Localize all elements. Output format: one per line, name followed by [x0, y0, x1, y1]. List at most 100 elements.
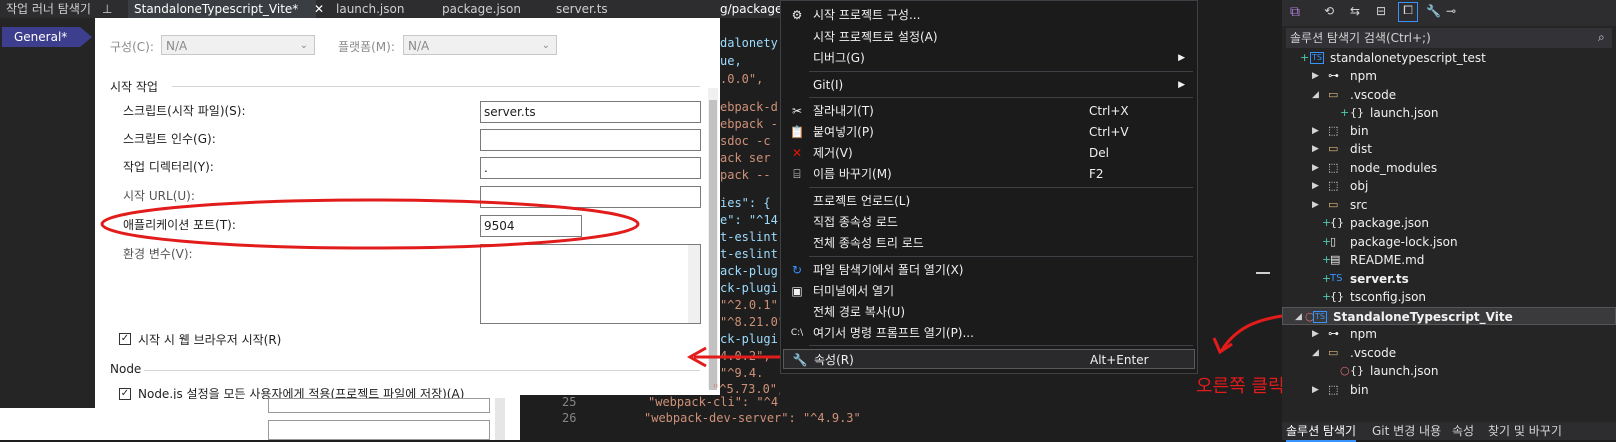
- folder-icon: ▭: [1328, 346, 1339, 359]
- hidden-field[interactable]: [268, 398, 490, 413]
- tab-standalone-vite[interactable]: StandaloneTypescript_Vite* ✕: [128, 0, 324, 18]
- menu-item-open-terminal[interactable]: ▣ 터미널에서 열기: [781, 281, 1197, 301]
- tree-item-obj[interactable]: ▶ ⬚ obj: [1282, 177, 1616, 195]
- tree-item-project-test[interactable]: + TS standalonetypescript_test: [1282, 49, 1616, 67]
- menu-item-properties[interactable]: 🔧 속성(R) Alt+Enter: [783, 349, 1195, 369]
- sync-icon[interactable]: ⇆: [1350, 4, 1360, 18]
- tab-package-json[interactable]: package.json: [436, 0, 527, 18]
- workdir-input[interactable]: .: [480, 157, 701, 179]
- delete-x-icon: ✕: [791, 146, 803, 160]
- file-icon: ▯: [1330, 235, 1337, 248]
- tree-item-npm[interactable]: ▶ ⊶ npm: [1282, 67, 1616, 85]
- tree-item-project-vite[interactable]: ◢ ○ TS StandaloneTypescript_Vite: [1282, 307, 1616, 325]
- menu-item-open-explorer[interactable]: ↻ 파일 탐색기에서 폴더 열기(X): [781, 260, 1197, 280]
- ts-file-icon: TS: [1330, 273, 1343, 284]
- collapse-icon[interactable]: ⊟: [1376, 4, 1386, 18]
- wrench-icon: 🔧: [792, 353, 808, 367]
- wrench-icon[interactable]: 🔧: [1426, 4, 1441, 18]
- menu-divider: [809, 71, 1193, 72]
- context-menu: ⚙ 시작 프로젝트 구성... 시작 프로젝트로 설정(A) 디버그(G) ▶ Gi…: [780, 0, 1198, 374]
- menu-item-configure-startup[interactable]: ⚙ 시작 프로젝트 구성...: [781, 5, 1197, 25]
- env-scrollbar[interactable]: [688, 245, 700, 323]
- submenu-arrow-icon: ▶: [1178, 80, 1185, 90]
- tree-item-bin[interactable]: ▶ ⬚ bin: [1282, 381, 1616, 399]
- tab-solution-explorer[interactable]: 솔루션 탐색기: [1286, 422, 1357, 442]
- show-all-files-icon[interactable]: ⧠: [1398, 2, 1418, 22]
- chevron-down-icon: ⌄: [541, 40, 550, 51]
- nav-item-general[interactable]: General*: [2, 27, 80, 47]
- section-start-heading: 시작 작업: [110, 80, 158, 94]
- menu-item-cut[interactable]: ✂ 잘라내기(T) Ctrl+X: [781, 101, 1197, 121]
- tree-item-src[interactable]: ▶ ▭ src: [1282, 196, 1616, 214]
- clipboard-icon: 📋: [789, 125, 805, 139]
- dirty-marker-icon: ○: [1340, 364, 1350, 377]
- tab-task-runner[interactable]: 작업 러너 탐색기: [0, 0, 97, 18]
- preview-icon[interactable]: ⊸: [1446, 4, 1456, 18]
- menu-item-paste[interactable]: 📋 붙여넣기(P) Ctrl+V: [781, 122, 1197, 142]
- menu-item-open-cmd[interactable]: C:\ 여기서 명령 프롬프트 열기(P)...: [781, 323, 1197, 343]
- code-line: "^5.73.0",: [712, 382, 780, 396]
- terminal-icon: ▣: [791, 284, 803, 298]
- tree-item-tsconfig[interactable]: +{} tsconfig.json: [1282, 288, 1616, 306]
- tree-item-readme[interactable]: + ▤ README.md: [1282, 251, 1616, 269]
- tree-item-package-json[interactable]: +{} package.json: [1282, 214, 1616, 232]
- pin-icon[interactable]: ⊥: [96, 0, 118, 18]
- node-apply-label: Node.js 설정을 모든 사용자에게 적용(프로젝트 파일에 저장)(A): [138, 387, 465, 399]
- divider: [144, 370, 700, 371]
- search-options-icon[interactable]: ⌕: [1598, 30, 1605, 45]
- menu-item-rename[interactable]: ⌸ 이름 바꾸기(M) F2: [781, 164, 1197, 184]
- ts-project-icon: TS: [1310, 52, 1324, 64]
- menu-item-debug[interactable]: 디버그(G) ▶: [781, 48, 1197, 68]
- menu-item-all-deps[interactable]: 전체 종속성 트리 로드: [781, 233, 1197, 253]
- tree-item-npm[interactable]: ▶ ⊶ npm: [1282, 325, 1616, 343]
- vs-icon[interactable]: ⧉: [1290, 4, 1300, 20]
- tab-find-replace[interactable]: 찾기 및 바꾸기: [1488, 422, 1562, 440]
- node-apply-checkbox[interactable]: ✓: [119, 388, 131, 400]
- tree-item-launch-json[interactable]: +{} launch.json: [1282, 104, 1616, 122]
- tree-item-vscode[interactable]: ◢ ▭ .vscode: [1282, 86, 1616, 104]
- code-line: "^8.21.0": [720, 315, 786, 329]
- tree-item-server-ts[interactable]: + TS server.ts: [1282, 270, 1616, 288]
- ts-project-icon: TS: [1313, 311, 1327, 323]
- script-input[interactable]: server.ts: [480, 101, 701, 123]
- config-value: N/A: [166, 39, 188, 53]
- tree-item-launch-json[interactable]: ○{} launch.json: [1282, 362, 1616, 380]
- tab-launch-json[interactable]: launch.json: [330, 0, 410, 18]
- code-line: ue,: [720, 54, 742, 68]
- scissors-icon: ✂: [791, 104, 803, 118]
- code-line: t-eslint: [720, 247, 778, 261]
- tab-git-changes[interactable]: Git 변경 내용: [1372, 422, 1441, 440]
- code-line: ack ser: [720, 151, 771, 165]
- hidden-field[interactable]: [268, 420, 490, 440]
- launch-browser-checkbox[interactable]: ✓: [119, 333, 131, 345]
- splitter-handle[interactable]: [1256, 272, 1270, 274]
- config-select[interactable]: N/A ⌄: [161, 35, 315, 55]
- code-line: ebpack-d: [720, 100, 778, 114]
- tab-server-ts[interactable]: server.ts: [550, 0, 614, 18]
- tree-item-bin[interactable]: ▶ ⬚ bin: [1282, 122, 1616, 140]
- solution-search-input[interactable]: 솔루션 탐색기 검색(Ctrl+;): [1286, 28, 1612, 48]
- menu-item-copy-path[interactable]: 전체 경로 복사(U): [781, 302, 1197, 322]
- platform-select[interactable]: N/A ⌄: [403, 35, 557, 55]
- history-icon[interactable]: ⟲: [1324, 4, 1334, 18]
- tab-properties[interactable]: 속성: [1452, 422, 1474, 440]
- tree-item-vscode[interactable]: ◢ ▭ .vscode: [1282, 344, 1616, 362]
- tree-item-node-modules[interactable]: ▶ ⬚ node_modules: [1282, 159, 1616, 177]
- menu-item-git[interactable]: Git(I) ▶: [781, 75, 1197, 95]
- npm-icon: ⊶: [1328, 69, 1339, 82]
- json-file-icon: {}: [1330, 216, 1344, 229]
- menu-item-set-startup[interactable]: 시작 프로젝트로 설정(A): [781, 27, 1197, 47]
- code-line: ebpack -: [720, 117, 778, 131]
- menu-item-remove[interactable]: ✕ 제거(V) Del: [781, 143, 1197, 163]
- menu-item-direct-deps[interactable]: 직접 종속성 로드: [781, 212, 1197, 232]
- chevron-down-icon: ⌄: [299, 40, 308, 51]
- menu-item-unload[interactable]: 프로젝트 언로드(L): [781, 191, 1197, 211]
- args-input[interactable]: [480, 129, 701, 151]
- env-textarea[interactable]: [480, 244, 701, 324]
- editor-path: g/package: [720, 0, 780, 18]
- tree-item-dist[interactable]: ▶ ▭ dist: [1282, 140, 1616, 158]
- args-label: 스크립트 인수(G):: [123, 132, 216, 146]
- close-icon[interactable]: ✕: [314, 0, 324, 18]
- tree-item-package-lock[interactable]: + ▯ package-lock.json: [1282, 233, 1616, 251]
- submenu-arrow-icon: ▶: [1178, 53, 1185, 63]
